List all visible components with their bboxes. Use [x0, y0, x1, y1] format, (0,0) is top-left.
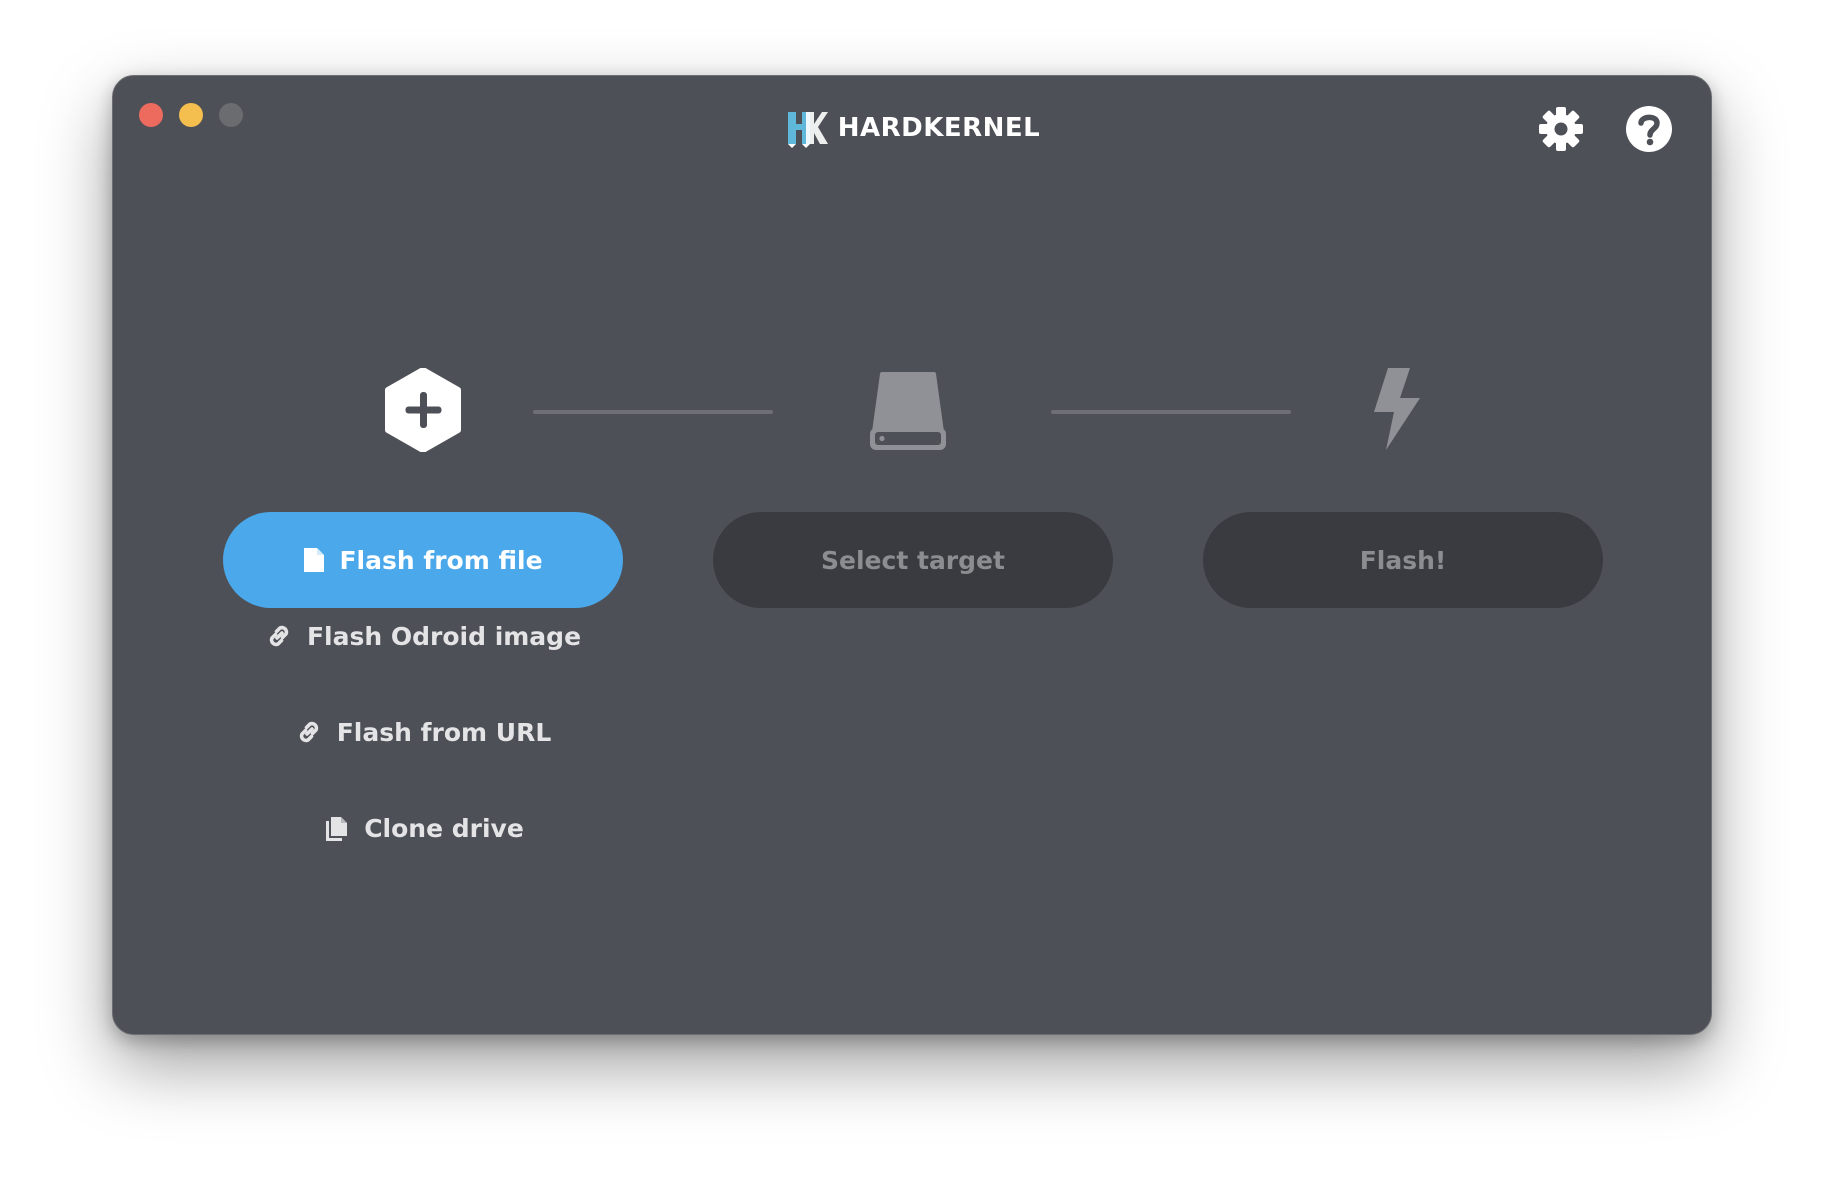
- flash-from-file-button[interactable]: Flash from file: [223, 512, 623, 608]
- clone-drive-option[interactable]: Clone drive: [223, 808, 623, 848]
- flash-lightning-icon: [1374, 368, 1420, 450]
- file-icon: [304, 548, 325, 572]
- flash-odroid-image-option[interactable]: Flash Odroid image: [223, 616, 623, 656]
- drive-icon: [870, 372, 946, 450]
- flash-from-file-label: Flash from file: [339, 545, 543, 575]
- flash-label: Flash!: [1359, 545, 1447, 575]
- clone-drive-label: Clone drive: [364, 813, 524, 843]
- help-icon[interactable]: [1624, 104, 1674, 154]
- link-icon: [269, 625, 289, 647]
- settings-gear-icon[interactable]: [1536, 104, 1586, 154]
- select-target-label: Select target: [821, 545, 1005, 575]
- add-source-hexagon-icon: [385, 368, 461, 452]
- brand-header: HARDKERNEL: [113, 106, 1711, 150]
- flash-button[interactable]: Flash!: [1203, 512, 1603, 608]
- app-window: HARDKERNEL Flash from file Select target…: [112, 75, 1712, 1035]
- flash-from-url-label: Flash from URL: [336, 717, 552, 747]
- flash-from-url-option[interactable]: Flash from URL: [223, 712, 623, 752]
- step-connector-1: [533, 410, 773, 414]
- select-target-button[interactable]: Select target: [713, 512, 1113, 608]
- step-connector-2: [1051, 410, 1291, 414]
- copy-icon: [326, 817, 348, 841]
- flash-odroid-image-label: Flash Odroid image: [306, 621, 582, 651]
- hardkernel-logo-icon: [787, 112, 828, 148]
- brand-name: HARDKERNEL: [837, 113, 1041, 143]
- link-icon: [299, 721, 318, 743]
